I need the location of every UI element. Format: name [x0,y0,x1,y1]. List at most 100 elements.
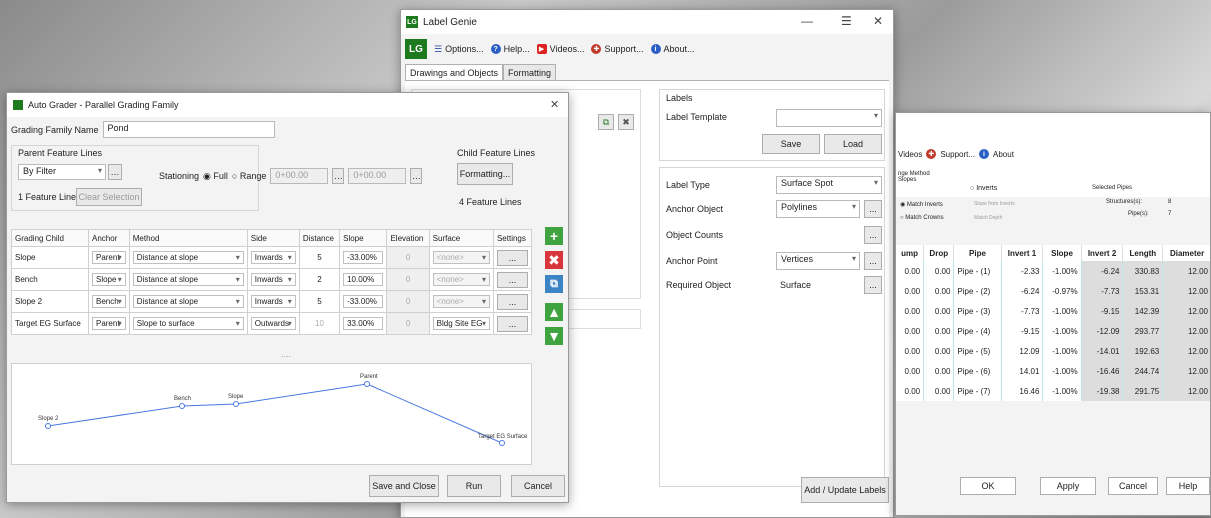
close-button[interactable]: ✕ [873,14,883,28]
method-cell[interactable]: Distance at slope [128,246,248,269]
anchor-cell[interactable]: Parent [87,246,130,269]
diameter-cell[interactable]: 12.00 [1162,321,1210,341]
slope-cell[interactable]: -33.00% [339,290,388,313]
settings-cell[interactable]: ... [492,290,533,313]
slope-cell[interactable]: -0.97% [1042,281,1082,301]
drop-cell[interactable]: 0.00 [923,281,955,301]
drop-cell[interactable]: 0.00 [923,381,955,401]
length-cell[interactable]: 291.75 [1122,381,1164,401]
label-type-select[interactable]: Surface Spot [776,176,882,194]
method-select[interactable]: Slope to surface [132,317,244,330]
column-header[interactable]: Surface [428,229,494,247]
slope-input[interactable]: 33.00% [343,317,384,330]
column-header[interactable]: Method [128,229,248,247]
table-row[interactable]: 0.00 0.00 Pipe - (4) -9.15 -1.00% -12.09 293.7… [896,321,1210,341]
filter-select[interactable]: By Filter [18,164,106,180]
distance-cell[interactable]: 10 [298,312,341,335]
menu-support[interactable]: ✚ Support... [591,44,644,54]
save-button[interactable]: Save [762,134,820,154]
column-header[interactable]: Drop [923,245,955,261]
length-cell[interactable]: 192.63 [1122,341,1164,361]
method-select[interactable]: Distance at slope [132,251,244,264]
side-cell[interactable]: Inwards [246,268,300,291]
family-name-input[interactable]: Pond [102,121,275,138]
column-header[interactable]: Length [1122,245,1164,261]
match-crowns-radio[interactable]: ○ Match Crowns [900,215,944,221]
delete-object-button[interactable]: ✖ [618,114,634,130]
invert2-cell[interactable]: -16.46 [1081,361,1124,381]
tab-drawings-and-objects[interactable]: Drawings and Objects [405,64,504,81]
minimize-button[interactable]: — [801,14,813,28]
method-cell[interactable]: Distance at slope [128,290,248,313]
bump-cell[interactable]: 0.00 [896,381,925,401]
invert1-cell[interactable]: -6.24 [1001,281,1044,301]
clear-selection-button[interactable]: Clear Selection [76,188,142,206]
pipe-name-cell[interactable]: Pipe - (1) [953,261,1002,281]
lg-logo-icon[interactable]: LG [405,39,427,59]
method-cell[interactable]: Distance at slope [128,268,248,291]
tab-formatting[interactable]: Formatting [503,64,557,81]
grading-child-cell[interactable]: Target EG Surface [11,312,89,335]
slopes-option[interactable]: Slopes [898,177,930,183]
side-cell[interactable]: Inwards [246,246,300,269]
surface-select[interactable]: <none> [432,251,490,264]
load-button[interactable]: Load [824,134,882,154]
pipe-name-cell[interactable]: Pipe - (3) [953,301,1002,321]
surface-select[interactable]: <none> [432,295,490,308]
slope-cell[interactable]: -1.00% [1042,381,1082,401]
surface-cell[interactable]: <none> [428,246,494,269]
table-row[interactable]: 0.00 0.00 Pipe - (7) 16.46 -1.00% -19.38 291.7… [896,381,1210,401]
side-cell[interactable]: Outwards [246,312,300,335]
table-row[interactable]: Slope 2Bench Distance at slope Inwards5-33… [11,290,533,313]
bump-cell[interactable]: 0.00 [896,321,925,341]
surface-cell[interactable]: <none> [428,268,494,291]
table-row[interactable]: 0.00 0.00 Pipe - (1) -2.33 -1.00% -6.24 330.83… [896,261,1210,281]
column-header[interactable]: ump [896,245,925,261]
column-header[interactable]: Invert 2 [1081,245,1124,261]
slope-cell[interactable]: -1.00% [1042,301,1082,321]
inverts-radio[interactable]: ○ Inverts [970,185,997,192]
diameter-cell[interactable]: 12.00 [1162,281,1210,301]
slope-cell[interactable]: -1.00% [1042,321,1082,341]
slope-cell[interactable]: -1.00% [1042,361,1082,381]
elevation-cell[interactable]: 0 [386,246,430,269]
pipe-name-cell[interactable]: Pipe - (2) [953,281,1002,301]
maximize-button[interactable]: ☰ [841,14,852,28]
range-end-input[interactable]: 0+00.00 [348,168,407,184]
ok-button[interactable]: OK [960,477,1016,495]
column-header[interactable]: Distance [298,229,341,247]
invert1-cell[interactable]: 14.01 [1001,361,1044,381]
filter-more-button[interactable]: … [108,164,122,180]
move-up-button[interactable]: ▲ [545,303,563,321]
formatting-button[interactable]: Formatting... [457,163,513,185]
invert2-cell[interactable]: -6.24 [1081,261,1124,281]
anchor-select[interactable]: Parent [91,317,126,330]
slope-cell[interactable]: -1.00% [1042,261,1082,281]
column-header[interactable]: Side [246,229,300,247]
cancel-button[interactable]: Cancel [511,475,565,497]
invert1-cell[interactable]: 12.09 [1001,341,1044,361]
settings-button[interactable]: ... [496,293,528,310]
menu-videos[interactable]: Videos [898,150,922,159]
distance-cell[interactable]: 5 [298,290,341,313]
invert1-cell[interactable]: -9.15 [1001,321,1044,341]
settings-button[interactable]: ... [496,249,528,266]
drop-cell[interactable]: 0.00 [923,261,955,281]
slope-cell[interactable]: 10.00% [339,268,388,291]
diameter-cell[interactable]: 12.00 [1162,261,1210,281]
anchor-cell[interactable]: Bench [87,290,130,313]
table-row[interactable]: 0.00 0.00 Pipe - (6) 14.01 -1.00% -16.46 244.7… [896,361,1210,381]
add-child-button[interactable]: + [545,227,563,245]
invert2-cell[interactable]: -7.73 [1081,281,1124,301]
menu-options[interactable]: ☰ Options... [434,44,484,55]
anchor-cell[interactable]: Parent [87,312,130,335]
apply-button[interactable]: Apply [1040,477,1096,495]
length-cell[interactable]: 293.77 [1122,321,1164,341]
pipe-name-cell[interactable]: Pipe - (6) [953,361,1002,381]
copy-child-button[interactable]: ⧉ [545,275,563,293]
table-row[interactable]: Target EG SurfaceParent Slope to surface O… [11,312,533,335]
method-select[interactable]: Distance at slope [132,295,244,308]
bump-cell[interactable]: 0.00 [896,361,925,381]
delete-child-button[interactable]: ✖ [545,251,563,269]
invert2-cell[interactable]: -14.01 [1081,341,1124,361]
